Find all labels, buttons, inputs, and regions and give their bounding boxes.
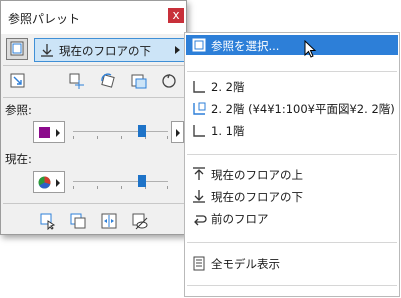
reference-dropdown[interactable]: 現在のフロアの下 (34, 38, 185, 62)
floor-icon (193, 125, 205, 137)
compare-icon[interactable] (69, 212, 87, 230)
fit-reference-icon[interactable] (9, 72, 27, 90)
reference-more-button[interactable] (171, 121, 184, 143)
current-slider-thumb[interactable] (138, 175, 146, 187)
color-wheel-icon (38, 176, 51, 189)
chevron-right-icon (176, 129, 180, 137)
menu-separator (187, 242, 397, 243)
menu-item-label: 参照を選択... (211, 39, 280, 53)
chevron-right-icon (56, 179, 60, 187)
hide-reference-icon[interactable] (131, 212, 149, 230)
menu-item-floor-above[interactable]: 現在のフロアの上 (186, 164, 398, 184)
palette-titlebar[interactable]: 参照パレット x (1, 1, 186, 34)
reference-slider-track[interactable] (73, 131, 168, 132)
previous-icon (194, 215, 207, 226)
dropdown-label: 現在のフロアの下 (59, 44, 151, 58)
submenu-arrow-icon (175, 46, 180, 54)
separator (3, 97, 184, 98)
reference-color-picker[interactable] (33, 121, 65, 143)
palette-title: 参照パレット (8, 12, 81, 26)
floor-icon (193, 81, 205, 93)
menu-separator (187, 154, 397, 155)
mouse-cursor-icon (304, 40, 317, 58)
separator (3, 203, 184, 204)
overlay-icon (10, 41, 24, 56)
separator (3, 65, 184, 66)
menu-separator (187, 285, 397, 286)
arrow-down-icon (41, 44, 53, 57)
menu-separator (187, 71, 397, 72)
menu-item-label: 2. 2階 (¥4¥1:100¥平面図¥2. 2階) (211, 102, 395, 116)
menu-item-previous-floor[interactable]: 前のフロア (186, 208, 398, 228)
menu-item-label: 前のフロア (211, 212, 269, 226)
reference-palette: 参照パレット x 現在のフロアの下 参照: 現在: (0, 0, 187, 235)
reference-color-swatch (39, 127, 50, 138)
chevron-right-icon (56, 129, 60, 137)
view-floor-icon (193, 102, 206, 115)
current-slider-track[interactable] (73, 181, 168, 182)
move-reference-icon[interactable] (68, 72, 86, 90)
menu-item-floor-2-view[interactable]: 2. 2階 (¥4¥1:100¥平面図¥2. 2階) (186, 98, 398, 118)
reset-icon[interactable] (160, 72, 178, 90)
rotate-reference-icon[interactable] (99, 72, 117, 90)
reference-label: 参照: (5, 103, 32, 117)
menu-item-label: 現在のフロアの下 (211, 190, 303, 204)
close-button[interactable]: x (168, 8, 184, 23)
menu-item-label: 1. 1階 (211, 124, 245, 138)
mirror-reference-icon[interactable] (130, 72, 148, 90)
pick-element-icon[interactable] (39, 212, 57, 230)
menu-item-floor-below[interactable]: 現在のフロアの下 (186, 186, 398, 206)
reference-icon (192, 38, 206, 52)
menu-item-all-model[interactable]: 全モデル表示 (186, 253, 398, 273)
arrow-down-icon (193, 190, 205, 203)
menu-item-floor-1[interactable]: 1. 1階 (186, 120, 398, 140)
current-label: 現在: (5, 152, 32, 166)
menu-item-label: 現在のフロアの上 (211, 168, 303, 182)
menu-item-label: 全モデル表示 (211, 257, 280, 271)
swap-icon[interactable] (100, 212, 118, 230)
all-model-icon (193, 256, 205, 271)
menu-item-select-reference[interactable]: 参照を選択... (186, 35, 398, 55)
reference-slider-thumb[interactable] (138, 125, 146, 137)
menu-item-floor-2[interactable]: 2. 2階 (186, 76, 398, 96)
arrow-up-icon (193, 167, 205, 180)
reference-view-toggle-button[interactable] (6, 38, 28, 60)
menu-item-label: 2. 2階 (211, 80, 245, 94)
current-color-picker[interactable] (33, 171, 65, 193)
reference-menu: 参照を選択... 2. 2階 2. 2階 (¥4¥1:100¥平面図¥2. 2階… (184, 32, 400, 297)
